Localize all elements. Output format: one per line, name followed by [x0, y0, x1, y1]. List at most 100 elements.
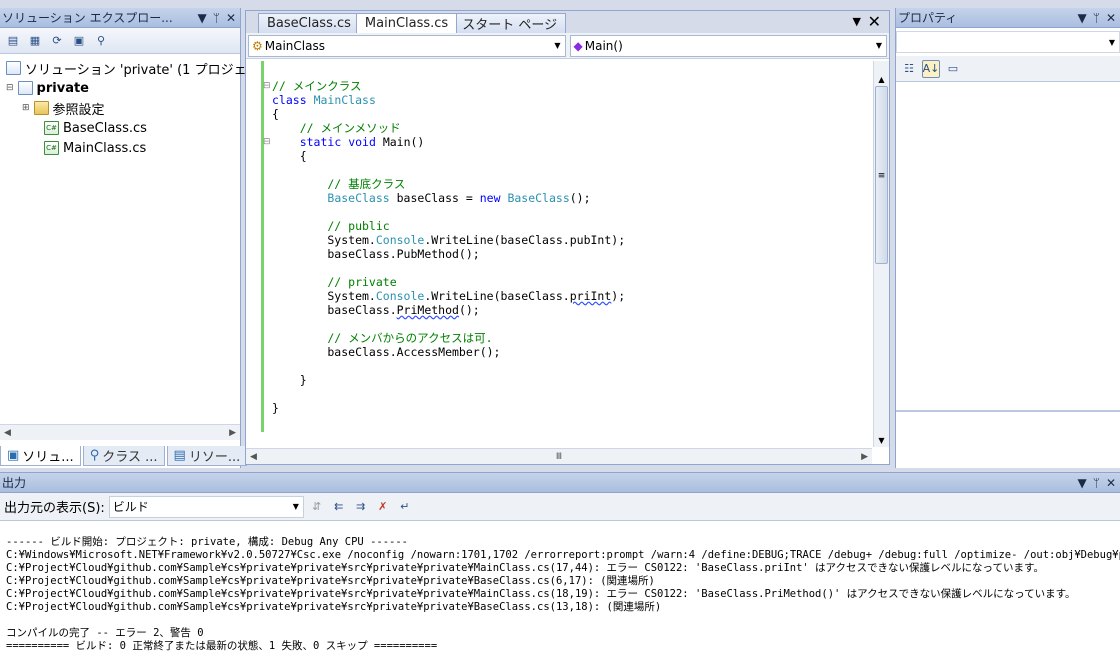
- horizontal-scrollbar[interactable]: ◀ ▶: [0, 424, 240, 440]
- tab-mainclass[interactable]: MainClass.cs: [355, 13, 458, 33]
- output-line: C:¥Project¥Cloud¥github.com¥Sample¥cs¥pr…: [6, 588, 1076, 600]
- project-icon: [17, 81, 33, 95]
- cs-file-icon: C#: [44, 141, 59, 155]
- scroll-down-icon[interactable]: ▼: [874, 436, 889, 445]
- tree-item-project[interactable]: ⊟ private: [6, 78, 240, 98]
- code-line: {: [272, 107, 279, 121]
- code-line: System.Console.WriteLine(baseClass.pubIn…: [272, 233, 626, 247]
- properties-toolbar: ☷ A↓ ▭: [896, 56, 1120, 82]
- next-message-icon[interactable]: ⇉: [352, 498, 370, 516]
- properties-grid: [896, 82, 1120, 412]
- expand-icon[interactable]: ⊞: [22, 103, 30, 113]
- scroll-thumb[interactable]: ≡: [875, 86, 888, 264]
- tab-solution[interactable]: ▣ ソリュ...: [0, 446, 81, 466]
- close-icon[interactable]: ✕: [1106, 11, 1116, 25]
- method-icon: ◆: [573, 38, 583, 53]
- properties-icon[interactable]: ▤: [4, 32, 22, 50]
- code-line: // メインメソッド: [272, 121, 401, 135]
- tree-item-mainclass[interactable]: C# MainClass.cs: [6, 138, 240, 158]
- output-line: ========== ビルド: 0 正常終了または最新の状態、1 失敗、0 スキ…: [6, 640, 438, 652]
- scroll-thumb[interactable]: Ⅲ: [556, 452, 562, 462]
- resource-icon: ▤: [173, 448, 186, 463]
- properties-panel: プロパティ ▼ ᛘ ✕ ▼ ☷ A↓ ▭: [895, 8, 1120, 468]
- solution-icon: ▣: [7, 448, 20, 463]
- member-combo[interactable]: ◆ Main() ▼: [569, 34, 887, 57]
- solution-explorer-panel: ソリューション エクスプロー... ▼ ᛘ ✕ ▤ ▦ ⟳ ▣ ⚲ ソリューショ…: [0, 8, 278, 468]
- editor-tab-strip: BaseClass.cs MainClass.cs スタート ページ ▼ ✕: [246, 11, 889, 33]
- show-all-files-icon[interactable]: ▦: [26, 32, 44, 50]
- go-to-line-icon[interactable]: ⇵: [308, 498, 326, 516]
- editor-vertical-scrollbar[interactable]: ▲ ≡ ▼: [873, 61, 889, 447]
- code-lines: // メインクラス class MainClass{ // メインメソッド sta…: [272, 65, 625, 443]
- class-diagram-icon[interactable]: ⚲: [92, 32, 110, 50]
- code-line: System.Console.WriteLine(baseClass.priIn…: [272, 289, 626, 303]
- scroll-left-icon[interactable]: ◀: [4, 428, 11, 438]
- outline-collapse-1[interactable]: ⊟: [263, 81, 271, 91]
- tab-baseclass[interactable]: BaseClass.cs: [258, 13, 360, 33]
- editor-panel: BaseClass.cs MainClass.cs スタート ページ ▼ ✕ ⚙…: [245, 10, 890, 465]
- properties-titlebar: プロパティ ▼ ᛘ ✕: [896, 8, 1120, 28]
- output-line: C:¥Project¥Cloud¥github.com¥Sample¥cs¥pr…: [6, 575, 655, 587]
- dropdown-icon[interactable]: ▼: [853, 15, 861, 28]
- clear-all-icon[interactable]: ✗: [374, 498, 392, 516]
- editor-horizontal-scrollbar[interactable]: ◀ Ⅲ ▶: [246, 448, 872, 464]
- solution-explorer-toolbar: ▤ ▦ ⟳ ▣ ⚲: [0, 28, 240, 54]
- outline-collapse-2[interactable]: ⊟: [263, 137, 271, 147]
- property-pages-icon[interactable]: ▭: [944, 60, 962, 78]
- class-view-icon: ⚲: [89, 448, 100, 463]
- class-icon: ⚙: [252, 38, 263, 53]
- previous-message-icon[interactable]: ⇇: [330, 498, 348, 516]
- code-line: }: [272, 373, 307, 387]
- code-line: // 基底クラス: [272, 177, 406, 191]
- code-line: static void Main(): [299, 135, 425, 149]
- pin-icon[interactable]: ᛘ: [1093, 476, 1100, 490]
- tree-item-references[interactable]: ⊞ 参照設定: [6, 98, 240, 118]
- tree-item-solution[interactable]: ソリューション 'private' (1 プロジェクト): [6, 58, 278, 78]
- solution-icon: [6, 61, 21, 75]
- class-combo[interactable]: ⚙ MainClass ▼: [248, 34, 566, 57]
- scroll-right-icon[interactable]: ▶: [861, 452, 868, 462]
- tree-item-baseclass[interactable]: C# BaseClass.cs: [6, 118, 240, 138]
- pin-icon[interactable]: ᛘ: [1093, 11, 1100, 25]
- output-line: ------ ビルド開始: プロジェクト: private, 構成: Debug…: [6, 536, 409, 548]
- code-line: }: [272, 401, 279, 415]
- word-wrap-icon[interactable]: ↵: [396, 498, 414, 516]
- tab-class-view[interactable]: ⚲ クラス ...: [82, 446, 165, 466]
- collapse-icon[interactable]: ⊟: [6, 83, 14, 93]
- output-line: C:¥Project¥Cloud¥github.com¥Sample¥cs¥pr…: [6, 601, 662, 613]
- close-icon[interactable]: ✕: [226, 11, 236, 25]
- chevron-down-icon: ▼: [554, 41, 561, 50]
- output-toolbar: 出力元の表示(S): ビルド ▼ ⇵ ⇇ ⇉ ✗ ↵: [0, 493, 1120, 521]
- dropdown-icon[interactable]: ▼: [1078, 11, 1087, 25]
- source-label: 出力元の表示(S):: [4, 501, 105, 516]
- tab-start-page[interactable]: スタート ページ: [453, 13, 567, 33]
- pin-icon[interactable]: ᛘ: [213, 11, 220, 25]
- properties-object-combo[interactable]: ▼: [896, 31, 1120, 53]
- solution-explorer-titlebar: ソリューション エクスプロー... ▼ ᛘ ✕: [0, 8, 240, 28]
- dropdown-icon[interactable]: ▼: [198, 11, 207, 25]
- view-code-icon[interactable]: ▣: [70, 32, 88, 50]
- close-icon[interactable]: ✕: [868, 12, 881, 31]
- solution-bottom-tabs: ▣ ソリュ... ⚲ クラス ... ▤ リソー...: [0, 444, 248, 466]
- output-text[interactable]: ------ ビルド開始: プロジェクト: private, 構成: Debug…: [0, 521, 1120, 653]
- scroll-right-icon[interactable]: ▶: [229, 428, 236, 438]
- tab-resource-view[interactable]: ▤ リソー...: [166, 446, 248, 466]
- close-icon[interactable]: ✕: [1106, 476, 1116, 490]
- chevron-down-icon: ▼: [292, 502, 299, 511]
- alphabetical-icon[interactable]: A↓: [922, 59, 940, 78]
- output-panel: 出力 ▼ ᛘ ✕ 出力元の表示(S): ビルド ▼ ⇵ ⇇ ⇉ ✗ ↵ ----…: [0, 472, 1120, 658]
- dropdown-icon[interactable]: ▼: [1078, 476, 1087, 490]
- output-line: C:¥Windows¥Microsoft.NET¥Framework¥v2.0.…: [6, 549, 1120, 561]
- code-line: // public: [272, 219, 390, 233]
- output-title: 出力: [2, 476, 27, 490]
- scroll-left-icon[interactable]: ◀: [250, 452, 257, 462]
- code-area[interactable]: ⊟ ⊟ // メインクラス class MainClass{ // メインメソッド…: [246, 61, 872, 447]
- output-source-select[interactable]: ビルド ▼: [108, 495, 304, 518]
- code-line: class MainClass: [272, 93, 376, 107]
- categorized-icon[interactable]: ☷: [900, 60, 918, 78]
- scroll-up-icon[interactable]: ▲: [874, 75, 889, 84]
- code-line: baseClass.AccessMember();: [272, 345, 501, 359]
- refresh-icon[interactable]: ⟳: [48, 32, 66, 50]
